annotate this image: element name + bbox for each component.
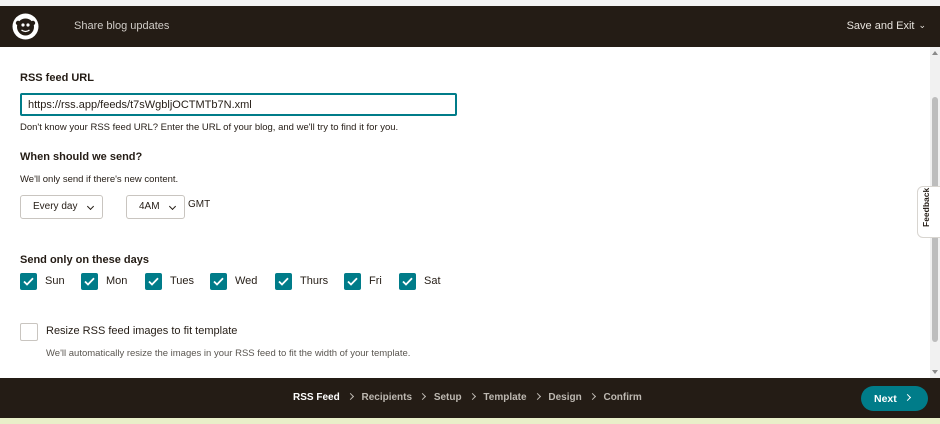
timezone-label: GMT bbox=[188, 199, 211, 210]
chevron-right-icon bbox=[533, 392, 541, 401]
frequency-value: Every day bbox=[33, 201, 78, 212]
step-setup[interactable]: Setup bbox=[434, 392, 462, 403]
day-label: Sun bbox=[45, 275, 65, 287]
time-select[interactable]: 4AM bbox=[126, 195, 185, 219]
frequency-select[interactable]: Every day bbox=[20, 195, 103, 219]
step-design[interactable]: Design bbox=[548, 392, 581, 403]
resize-images-label: Resize RSS feed images to fit template bbox=[46, 325, 238, 337]
check-icon bbox=[84, 277, 95, 286]
bottom-bar: RSS Feed Recipients Setup Template Desig… bbox=[0, 378, 940, 418]
time-value: 4AM bbox=[139, 201, 160, 212]
day-label: Mon bbox=[106, 275, 128, 287]
chevron-down-icon: ⌄ bbox=[918, 20, 926, 30]
main-content: RSS feed URL Don't know your RSS feed UR… bbox=[0, 47, 930, 378]
feedback-tab[interactable]: Feedback bbox=[917, 186, 940, 238]
checkbox-checked[interactable] bbox=[81, 273, 98, 290]
rss-url-input[interactable] bbox=[20, 93, 457, 116]
rss-url-label: RSS feed URL bbox=[20, 72, 94, 84]
rss-url-help: Don't know your RSS feed URL? Enter the … bbox=[20, 122, 399, 133]
next-label: Next bbox=[874, 392, 897, 405]
next-button[interactable]: Next bbox=[861, 386, 928, 411]
check-icon bbox=[148, 277, 159, 286]
save-and-exit-label: Save and Exit bbox=[846, 20, 915, 32]
check-icon bbox=[23, 277, 34, 286]
step-recipients[interactable]: Recipients bbox=[361, 392, 412, 403]
top-bar: Share blog updates Save and Exit ⌄ bbox=[0, 6, 940, 47]
feedback-label: Feedback bbox=[921, 187, 931, 227]
window-bottom-strip bbox=[0, 418, 940, 424]
step-rss-feed[interactable]: RSS Feed bbox=[293, 392, 340, 403]
chevron-right-icon bbox=[588, 392, 596, 401]
schedule-heading: When should we send? bbox=[20, 151, 143, 163]
chevron-right-icon bbox=[903, 393, 912, 402]
step-template[interactable]: Template bbox=[483, 392, 526, 403]
day-label: Fri bbox=[369, 275, 382, 287]
checkbox-checked[interactable] bbox=[399, 273, 416, 290]
check-icon bbox=[402, 277, 413, 286]
day-label: Tues bbox=[170, 275, 195, 287]
day-label: Sat bbox=[424, 275, 441, 287]
checkbox-checked[interactable] bbox=[275, 273, 292, 290]
chevron-down-icon bbox=[86, 202, 95, 211]
check-icon bbox=[347, 277, 358, 286]
days-heading: Send only on these days bbox=[20, 254, 149, 266]
day-label: Thurs bbox=[300, 275, 329, 287]
save-and-exit-button[interactable]: Save and Exit ⌄ bbox=[847, 20, 926, 32]
scroll-up-arrow-icon[interactable] bbox=[932, 51, 938, 55]
chevron-right-icon bbox=[468, 392, 476, 401]
resize-images-help: We'll automatically resize the images in… bbox=[46, 348, 411, 359]
step-confirm[interactable]: Confirm bbox=[603, 392, 641, 403]
day-label: Wed bbox=[235, 275, 258, 287]
scroll-down-arrow-icon[interactable] bbox=[932, 370, 938, 374]
checkbox-checked[interactable] bbox=[210, 273, 227, 290]
schedule-help: We'll only send if there's new content. bbox=[20, 174, 179, 185]
chevron-right-icon bbox=[346, 392, 354, 401]
checkbox-checked[interactable] bbox=[344, 273, 361, 290]
campaign-title: Share blog updates bbox=[74, 20, 170, 32]
resize-images-checkbox[interactable] bbox=[20, 323, 38, 341]
chevron-right-icon bbox=[419, 392, 427, 401]
check-icon bbox=[213, 277, 224, 286]
checkbox-checked[interactable] bbox=[20, 273, 37, 290]
check-icon bbox=[278, 277, 289, 286]
checkbox-checked[interactable] bbox=[145, 273, 162, 290]
step-breadcrumb: RSS Feed Recipients Setup Template Desig… bbox=[293, 392, 642, 403]
chevron-down-icon bbox=[168, 202, 177, 211]
mailchimp-freddie-icon[interactable] bbox=[12, 13, 39, 40]
